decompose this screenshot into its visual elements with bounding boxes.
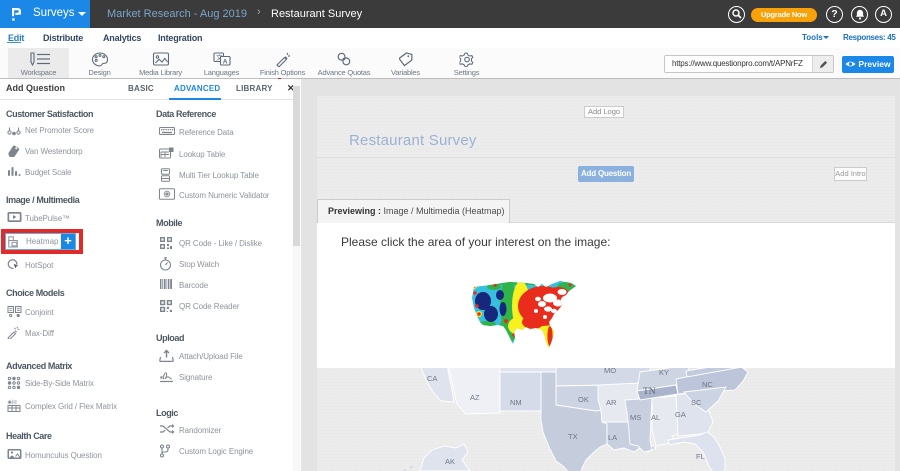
svg-text:NC: NC	[702, 380, 713, 389]
svg-text:GA: GA	[675, 410, 686, 419]
svg-text:AL: AL	[651, 413, 660, 422]
svg-text:TX: TX	[568, 432, 578, 441]
svg-text:OK: OK	[578, 395, 589, 404]
svg-text:◉|◎: ◉|◎	[8, 399, 18, 405]
svg-text:KY: KY	[659, 368, 669, 377]
svg-text:TN: TN	[643, 387, 656, 397]
svg-text:MS: MS	[630, 413, 641, 422]
svg-text:CA: CA	[427, 374, 437, 383]
svg-text:A: A	[222, 59, 227, 66]
svg-text:AR: AR	[606, 398, 617, 407]
svg-text:AZ: AZ	[470, 393, 480, 402]
svg-text:NM: NM	[510, 398, 522, 407]
svg-text:LA: LA	[608, 433, 617, 442]
svg-text:AK: AK	[445, 457, 455, 466]
svg-text:SC: SC	[691, 398, 702, 407]
svg-text:FL: FL	[696, 452, 705, 461]
